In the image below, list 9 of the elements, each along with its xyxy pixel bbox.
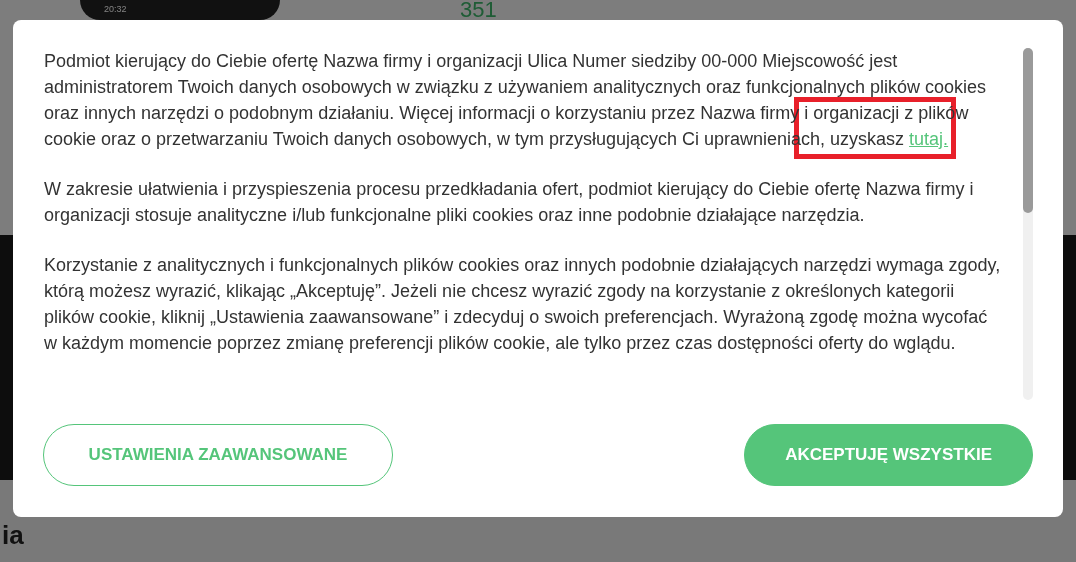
phone-status-bar: 20:32 (80, 0, 280, 20)
advanced-settings-button[interactable]: USTAWIENIA ZAAWANSOWANE (43, 424, 393, 486)
accept-all-button[interactable]: AKCEPTUJĘ WSZYSTKIE (744, 424, 1033, 486)
scrollbar-thumb[interactable] (1023, 48, 1033, 213)
consent-paragraph: Korzystanie z analitycznych i funkcjonalnych plików cookies oraz innych podobnie działających narzędzi wymaga zgody, którą możesz wyrazić, klikając „Akceptuję”. Jeżeli nie chcesz wyrazić zgody na korzystanie z określonych kategorii plików cookie, kliknij „Ustawienia zaawansowane” i zdecyduj o swoich preferencjach. Wyrażoną zgodę można wycofać w każdym momencie poprzez zmianę preferencji plików cookie, ale tylko przez czas dostępności oferty do wglądu. (44, 254, 1002, 355)
privacy-link[interactable]: tutaj. (909, 129, 949, 149)
section-heading: ia (1, 519, 25, 551)
consent-paragraph: W zakresie ułatwienia i przyspieszenia procesu przedkładania ofert, podmiot kierujący do Ciebie ofertę Nazwa firmy i organizacji stosuje analityczne i/lub funkcjonalne pliki cookies oraz inne podobnie działające narzędzia. (44, 178, 975, 227)
counter-number: 351 (459, 0, 497, 20)
